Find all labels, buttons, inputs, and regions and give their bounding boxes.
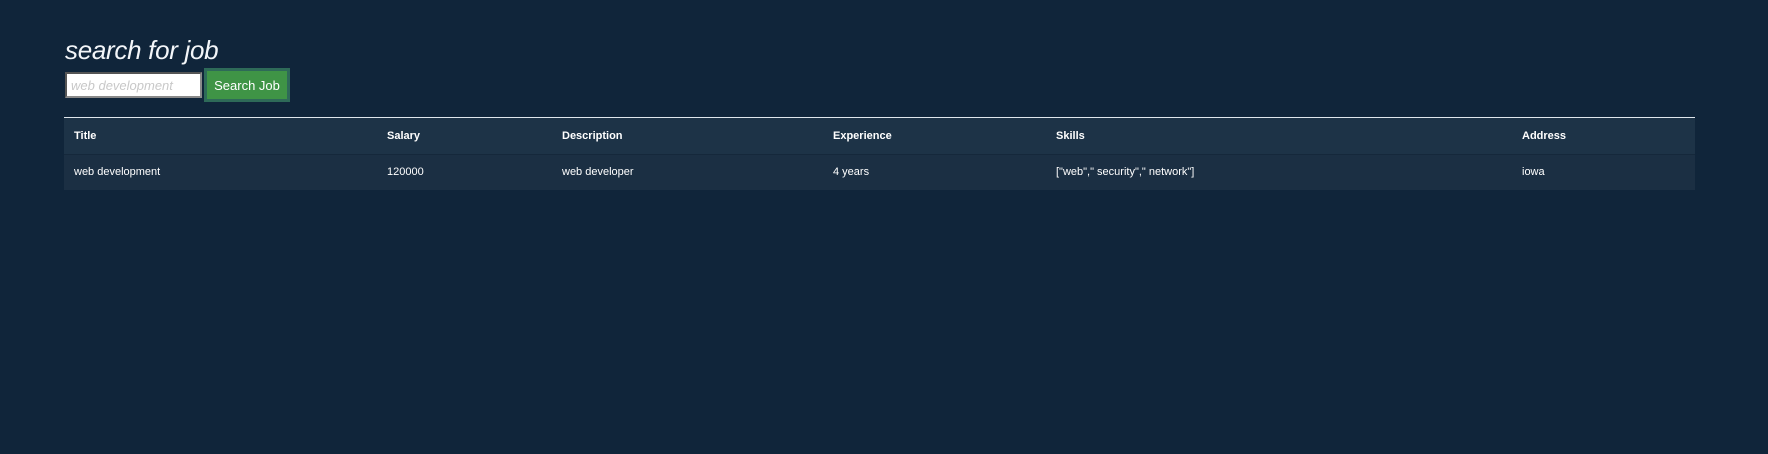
cell-description: web developer	[562, 166, 634, 179]
jobs-table: Title Salary Description Experience Skil…	[64, 118, 1695, 190]
table-body: web development 120000 web developer 4 y…	[64, 154, 1695, 190]
table-header-row: Title Salary Description Experience Skil…	[64, 118, 1695, 154]
column-header-salary: Salary	[387, 129, 421, 142]
column-header-title: Title	[74, 129, 97, 142]
search-bar: Search Job	[65, 68, 290, 102]
jobs-table-container: Title Salary Description Experience Skil…	[64, 117, 1695, 190]
cell-skills: ["web"," security"," network"]	[1056, 166, 1195, 179]
table-header: Title Salary Description Experience Skil…	[64, 118, 1695, 154]
column-header-description: Description	[562, 129, 623, 142]
cell-salary: 120000	[387, 166, 424, 179]
table-row: web development 120000 web developer 4 y…	[64, 154, 1695, 190]
column-header-experience: Experience	[833, 129, 892, 142]
cell-title: web development	[74, 166, 161, 179]
search-input[interactable]	[65, 72, 202, 98]
cell-experience: 4 years	[833, 166, 870, 179]
page-title: search for job	[65, 35, 219, 65]
cell-address: iowa	[1522, 166, 1545, 179]
search-job-button[interactable]: Search Job	[204, 68, 290, 102]
column-header-skills: Skills	[1056, 129, 1085, 142]
column-header-address: Address	[1522, 129, 1567, 142]
